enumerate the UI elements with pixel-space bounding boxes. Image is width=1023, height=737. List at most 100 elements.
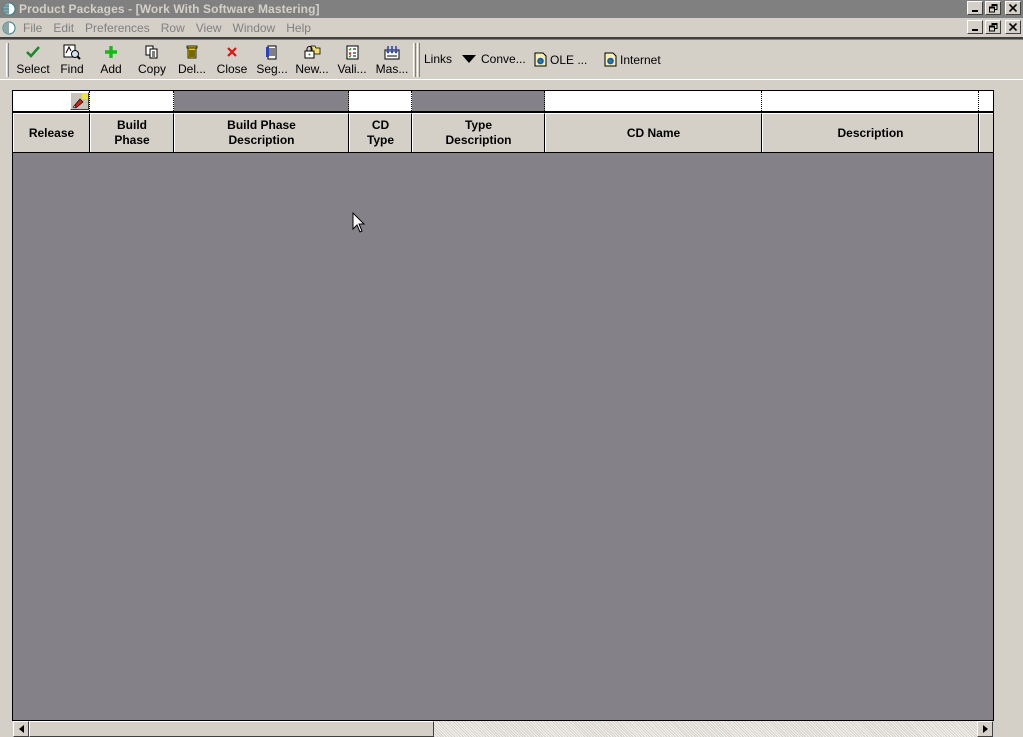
convert-link[interactable]: Conve... — [462, 52, 526, 66]
arrow-right-icon — [982, 725, 988, 733]
menu-window[interactable]: Window — [230, 21, 284, 35]
qbe-type-description-cell — [412, 91, 545, 111]
add-label: Add — [100, 62, 122, 76]
header-description-text: Description — [837, 125, 904, 140]
toolbar-separator — [413, 43, 416, 77]
find-button[interactable]: Find — [57, 43, 87, 77]
menu-edit[interactable]: Edit — [50, 21, 82, 35]
column-header-description[interactable]: Description — [762, 113, 979, 152]
plus-icon — [105, 46, 117, 58]
qbe-cd-type-input[interactable] — [349, 91, 412, 111]
minimize-icon — [972, 29, 978, 31]
toolbar: Select Find Add Copy Del... Close Seg... — [0, 40, 1023, 80]
horizontal-scrollbar[interactable] — [13, 721, 993, 737]
qbe-description-input[interactable] — [762, 91, 979, 111]
new-button[interactable]: New... — [294, 43, 330, 77]
column-header-cd-type[interactable]: CD Type — [349, 113, 412, 152]
header-type-desc-line1: Type — [464, 118, 493, 132]
menu-row[interactable]: Row — [158, 21, 193, 35]
menu-view[interactable]: View — [193, 21, 230, 35]
column-header-build-phase-description[interactable]: Build Phase Description — [174, 113, 349, 152]
title-bar: Product Packages - [Work With Software M… — [0, 0, 1023, 18]
delete-label: Del... — [177, 62, 206, 76]
scroll-right-button[interactable] — [977, 721, 993, 737]
scroll-thumb[interactable] — [29, 721, 434, 737]
internet-document-icon — [604, 52, 617, 67]
dropdown-arrow-icon — [462, 55, 476, 63]
master-button[interactable]: Mas... — [374, 43, 410, 77]
copy-button[interactable]: Copy — [136, 43, 168, 77]
globe-app-icon — [2, 2, 16, 16]
header-cd-type-line2: Type — [366, 133, 395, 147]
links-text: Links — [424, 52, 453, 66]
qbe-build-phase-input[interactable] — [90, 91, 174, 111]
select-label: Select — [16, 62, 50, 76]
validate-button[interactable]: Vali... — [335, 43, 369, 77]
query-by-example-row — [13, 91, 993, 113]
add-button[interactable]: Add — [98, 43, 124, 77]
menu-bar: File Edit Preferences Row View Window He… — [0, 18, 1023, 37]
globe-document-icon — [2, 21, 16, 34]
header-build-phase-line1: Build — [117, 118, 147, 132]
master-icon — [384, 45, 400, 59]
delete-button[interactable]: Del... — [176, 43, 208, 77]
qbe-extra-cell — [979, 91, 993, 111]
menu-file[interactable]: File — [20, 21, 50, 35]
qbe-cd-name-input[interactable] — [545, 91, 762, 111]
ole-link[interactable]: OLE ... — [534, 52, 587, 67]
column-header-type-description[interactable]: Type Description — [412, 113, 545, 152]
internet-link[interactable]: Internet — [604, 52, 661, 67]
new-folder-icon — [304, 45, 321, 59]
close-button[interactable]: Close — [214, 43, 250, 77]
menu-preferences[interactable]: Preferences — [82, 21, 158, 35]
document-window-controls — [967, 20, 1021, 34]
links-toolbar-grip[interactable] — [417, 43, 420, 77]
close-window-button[interactable] — [1005, 1, 1021, 15]
copy-icon — [145, 45, 158, 59]
doc-restore-button[interactable] — [985, 20, 1001, 34]
segment-icon — [266, 45, 277, 59]
restore-button[interactable] — [985, 1, 1001, 15]
flashlight-button[interactable] — [70, 92, 89, 110]
window-controls — [967, 1, 1021, 15]
doc-close-button[interactable] — [1005, 20, 1021, 34]
column-header-release[interactable]: Release — [13, 113, 90, 152]
copy-label: Copy — [137, 62, 166, 76]
column-header-cd-name[interactable]: CD Name — [545, 113, 762, 152]
scroll-left-button[interactable] — [13, 721, 29, 737]
mouse-cursor-icon — [352, 212, 366, 233]
restore-icon — [988, 3, 997, 12]
restore-icon — [988, 22, 997, 31]
checkmark-icon — [26, 46, 40, 58]
trash-icon — [186, 45, 198, 59]
close-x-icon — [227, 47, 237, 57]
links-label: Links — [424, 52, 452, 66]
doc-minimize-button[interactable] — [967, 20, 983, 34]
header-type-desc-line2: Description — [445, 133, 512, 147]
data-grid: Release Build Phase Build Phase Descript… — [12, 90, 994, 721]
header-bpd-line1: Build Phase — [227, 118, 296, 132]
application-window: Product Packages - [Work With Software M… — [0, 0, 1023, 737]
master-label: Mas... — [375, 62, 409, 76]
new-label: New... — [295, 62, 329, 76]
column-header-filler — [979, 113, 993, 152]
window-title: Product Packages - [Work With Software M… — [19, 2, 320, 16]
minimize-icon — [972, 10, 978, 12]
header-bpd-line2: Description — [228, 133, 295, 147]
arrow-left-icon — [18, 725, 24, 733]
qbe-release-input[interactable] — [13, 91, 90, 111]
segment-button[interactable]: Seg... — [255, 43, 289, 77]
header-cd-name-text: CD Name — [626, 125, 681, 140]
select-button[interactable]: Select — [14, 43, 52, 77]
internet-label: Internet — [620, 52, 661, 67]
close-icon — [1009, 23, 1017, 31]
grid-body-empty[interactable] — [13, 153, 993, 720]
minimize-button[interactable] — [967, 1, 983, 15]
menu-help[interactable]: Help — [283, 21, 319, 35]
header-release-text: Release — [28, 125, 75, 140]
find-icon — [63, 44, 81, 60]
flashlight-icon — [72, 93, 88, 109]
column-header-build-phase[interactable]: Build Phase — [90, 113, 174, 152]
segment-label: Seg... — [256, 62, 288, 76]
toolbar-grip[interactable] — [6, 43, 9, 77]
